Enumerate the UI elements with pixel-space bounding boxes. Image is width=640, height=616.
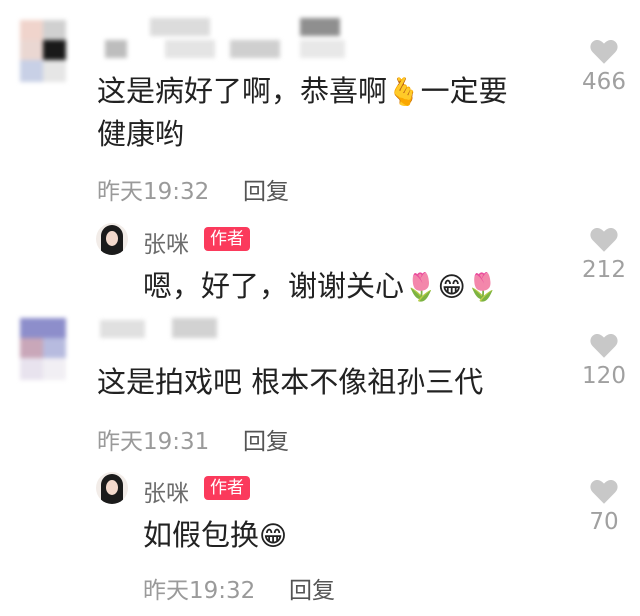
avatar[interactable] xyxy=(20,20,66,82)
like-button[interactable]: 70 xyxy=(569,478,639,535)
tulip-emoji: 🌷 xyxy=(404,272,438,303)
like-count: 70 xyxy=(589,509,619,535)
reply-button[interactable]: 回复 xyxy=(289,571,335,605)
author-avatar[interactable] xyxy=(96,223,128,255)
timestamp: 昨天19:32 xyxy=(143,578,256,604)
reply-text: 嗯，好了，谢谢关心🌷😁🌷 xyxy=(143,269,500,303)
like-button[interactable]: 466 xyxy=(569,38,639,95)
finger-heart-emoji: 🫰 xyxy=(387,77,421,108)
author-name[interactable]: 张咪 xyxy=(143,225,189,259)
reply-button[interactable]: 回复 xyxy=(243,172,289,206)
username-redacted[interactable] xyxy=(105,18,345,60)
reply-text: 如假包换😁 xyxy=(143,518,288,552)
username-redacted[interactable] xyxy=(100,316,220,342)
tulip-emoji: 🌷 xyxy=(465,272,500,303)
heart-icon xyxy=(590,334,618,358)
author-badge: 作者 xyxy=(204,227,250,251)
like-count: 466 xyxy=(582,69,626,95)
reply-button[interactable]: 回复 xyxy=(243,422,289,456)
heart-icon xyxy=(590,228,618,252)
like-button[interactable]: 212 xyxy=(569,226,639,283)
comment-text: 这是拍戏吧 根本不像祖孙三代 xyxy=(97,365,484,399)
like-button[interactable]: 120 xyxy=(569,332,639,389)
grin-emoji: 😁 xyxy=(437,272,466,303)
author-avatar[interactable] xyxy=(96,472,128,504)
comment-text: 这是病好了啊，恭喜啊🫰一定要 xyxy=(97,74,508,108)
like-count: 212 xyxy=(582,257,626,283)
heart-icon xyxy=(590,40,618,64)
author-name[interactable]: 张咪 xyxy=(143,474,189,508)
avatar[interactable] xyxy=(20,318,66,380)
comment-text-line2: 健康哟 xyxy=(97,117,185,151)
grin-emoji: 😁 xyxy=(259,521,288,552)
author-badge: 作者 xyxy=(204,476,250,500)
heart-icon xyxy=(590,480,618,504)
timestamp: 昨天19:31 xyxy=(97,429,210,455)
timestamp: 昨天19:32 xyxy=(97,179,210,205)
like-count: 120 xyxy=(582,363,626,389)
